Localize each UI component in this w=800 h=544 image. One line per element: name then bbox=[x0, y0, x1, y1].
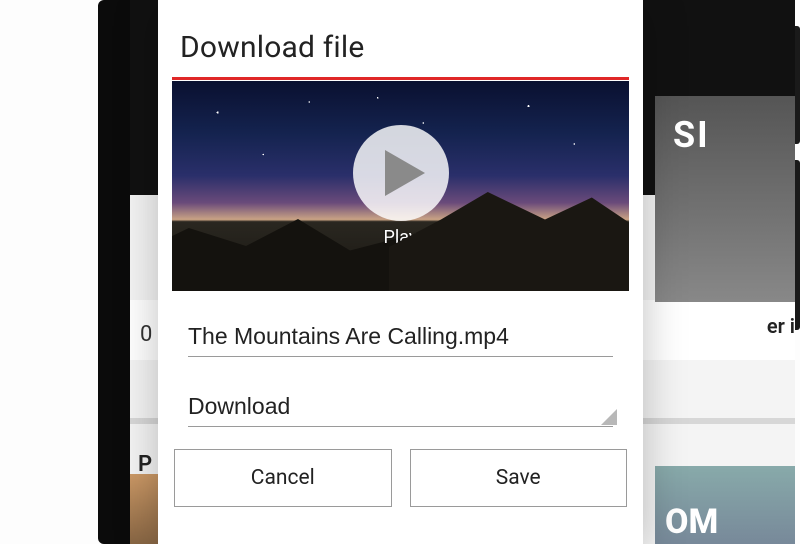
filename-input[interactable] bbox=[188, 317, 613, 357]
bg-thumb bbox=[655, 96, 795, 302]
bg-text-snippet: er i bbox=[767, 314, 795, 338]
device-bezel-left bbox=[98, 0, 130, 544]
app-background: 0 P er i Download file Play Cancel bbox=[0, 0, 800, 544]
dialog-button-row: Cancel Save bbox=[174, 449, 627, 507]
play-label: Play bbox=[384, 227, 418, 248]
destination-field-wrapper bbox=[180, 387, 621, 427]
dialog-title: Download file bbox=[180, 30, 621, 65]
play-button[interactable]: Play bbox=[172, 81, 629, 291]
filename-field-wrapper bbox=[180, 317, 621, 357]
cancel-button[interactable]: Cancel bbox=[174, 449, 392, 507]
bg-thumb bbox=[655, 466, 795, 544]
save-button[interactable]: Save bbox=[410, 449, 628, 507]
destination-input[interactable] bbox=[188, 387, 613, 427]
download-file-dialog: Download file Play Cancel Save bbox=[158, 0, 643, 544]
video-preview: Play bbox=[172, 81, 629, 291]
dialog-title-divider bbox=[172, 77, 629, 80]
bg-counter: 0 bbox=[140, 322, 152, 347]
play-icon bbox=[353, 125, 449, 221]
resize-grip-icon bbox=[601, 409, 617, 425]
